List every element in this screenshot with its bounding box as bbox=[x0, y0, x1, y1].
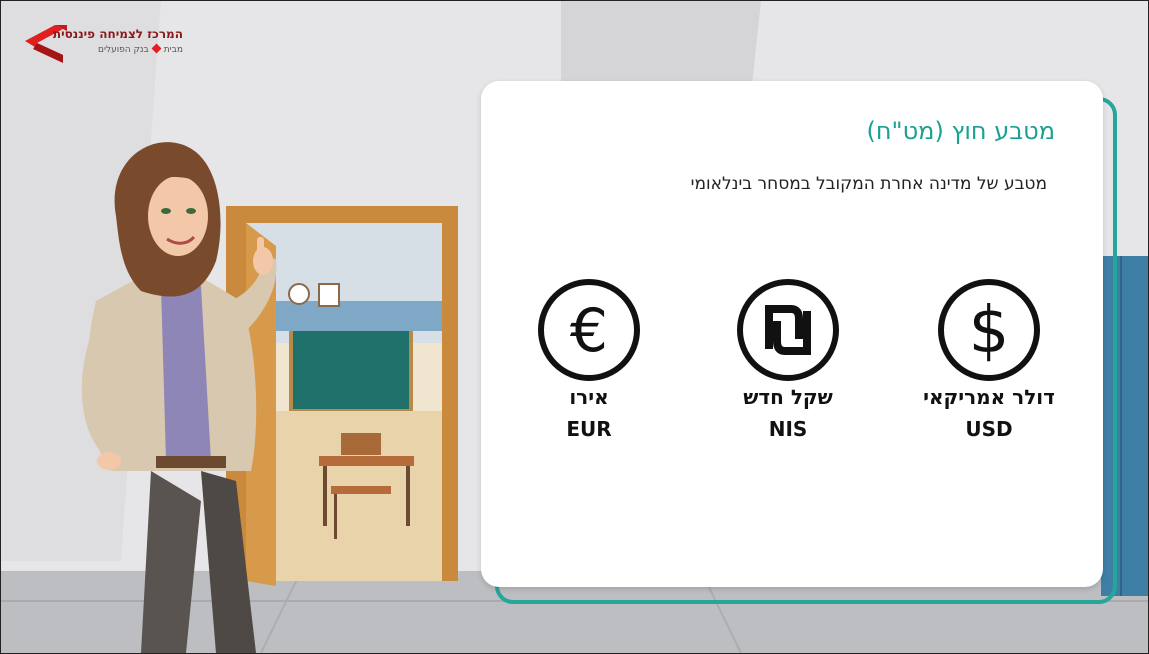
currency-name: אירו bbox=[569, 385, 609, 409]
currency-card: מטבע חוץ (מט"ח) מטבע של מדינה אחרת המקוב… bbox=[481, 81, 1103, 587]
euro-icon: € bbox=[538, 279, 640, 381]
card-title: מטבע חוץ (מט"ח) bbox=[866, 117, 1056, 145]
currency-code: EUR bbox=[566, 417, 612, 441]
svg-text:$: $ bbox=[969, 294, 1010, 368]
currency-code: NIS bbox=[768, 417, 808, 441]
currency-name: שקל חדש bbox=[743, 385, 833, 409]
logo-subtitle: מבית בנק הפועלים bbox=[98, 43, 183, 55]
red-chevron-logo-icon bbox=[25, 25, 67, 63]
logo-subtitle-bank: בנק הפועלים bbox=[98, 45, 149, 55]
card-description: מטבע של מדינה אחרת המקובל במסחר בינלאומי bbox=[690, 174, 1047, 194]
logo-subtitle-prefix: מבית bbox=[163, 45, 183, 55]
center-logo: המרכז לצמיחה פיננסית מבית בנק הפועלים bbox=[23, 15, 183, 71]
svg-text:€: € bbox=[570, 296, 608, 366]
currency-usd: $ דולר אמריקאי USD bbox=[914, 277, 1064, 441]
dollar-icon: $ bbox=[938, 279, 1040, 381]
logo-title: המרכז לצמיחה פיננסית bbox=[52, 27, 183, 41]
currency-code: USD bbox=[965, 417, 1013, 441]
currency-name: דולר אמריקאי bbox=[923, 385, 1055, 409]
currency-nis: שקל חדש NIS bbox=[713, 277, 863, 441]
diamond-icon bbox=[151, 43, 162, 54]
slide-frame: המרכז לצמיחה פיננסית מבית בנק הפועלים מטב… bbox=[0, 0, 1149, 654]
currency-eur: € אירו EUR bbox=[514, 277, 664, 441]
shekel-icon bbox=[737, 279, 839, 381]
